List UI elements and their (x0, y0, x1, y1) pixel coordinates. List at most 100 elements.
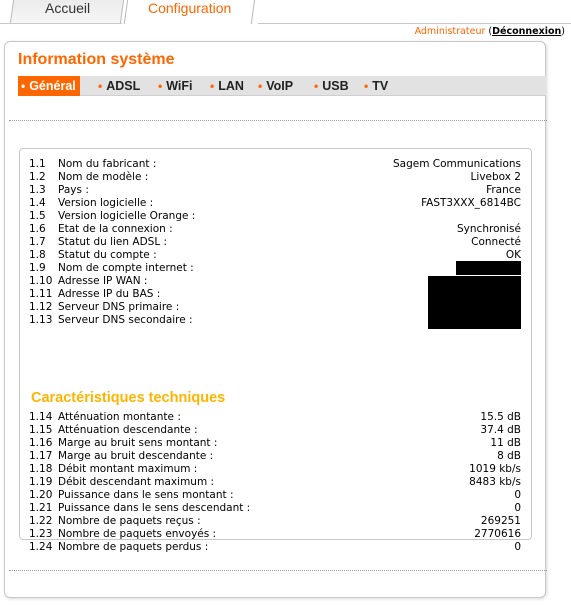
page-title: Information système (18, 51, 175, 68)
row-number: 1.14 (29, 411, 53, 423)
row-value: Livebox 2 (470, 171, 521, 183)
subnav-label: LAN (218, 79, 244, 93)
subnav-item-wifi[interactable]: • WiFi (158, 76, 192, 96)
subnav-label: ADSL (106, 79, 141, 93)
row-label: Version logicielle Orange : (58, 210, 196, 222)
redacted-block (456, 261, 521, 275)
info-row: 1.16 Marge au bruit sens montant : 11 dB (29, 437, 521, 450)
row-value: Synchronisé (457, 223, 521, 235)
info-box: 1.1 Nom du fabricant : Sagem Communication… (19, 148, 532, 553)
info-row: 1.8 Statut du compte : OK (29, 249, 521, 262)
info-row: 1.23 Nombre de paquets envoyés : 2770616 (29, 528, 521, 541)
subnav-item-general[interactable]: • Général (18, 76, 80, 96)
info-row: 1.6 Etat de la connexion : Synchronisé (29, 223, 521, 236)
row-value: 11 dB (490, 437, 521, 449)
subnav-label: TV (372, 79, 389, 93)
row-number: 1.22 (29, 515, 53, 527)
row-number: 1.17 (29, 450, 53, 462)
row-value: 8483 kb/s (469, 476, 521, 488)
row-label: Débit descendant maximum : (58, 476, 215, 488)
row-value: 1019 kb/s (469, 463, 521, 475)
row-label: Pays : (58, 184, 89, 196)
bullet-icon: • (364, 79, 369, 93)
row-value: France (486, 184, 521, 196)
row-number: 1.5 (29, 210, 46, 222)
bullet-icon: • (258, 79, 263, 93)
info-row: 1.14 Atténuation montante : 15.5 dB (29, 411, 521, 424)
row-value: 8 dB (497, 450, 521, 462)
paren-close: ) (561, 26, 565, 37)
top-tabs: Accueil Configuration (0, 0, 571, 24)
row-label: Marge au bruit sens montant : (58, 437, 218, 449)
subnav-item-usb[interactable]: • USB (314, 76, 349, 96)
subnav-label: USB (322, 79, 349, 93)
info-row: 1.20 Puissance dans le sens montant : 0 (29, 489, 521, 502)
row-label: Marge au bruit descendante : (58, 450, 214, 462)
row-label: Puissance dans le sens descendant : (58, 502, 251, 514)
section-title-tech: Caractéristiques techniques (31, 390, 226, 406)
info-row: 1.19 Débit descendant maximum : 8483 kb/s (29, 476, 521, 489)
bullet-icon: • (98, 79, 103, 93)
subnav-label: Général (29, 79, 76, 93)
row-number: 1.11 (29, 288, 53, 300)
logout-link[interactable]: Déconnexion (492, 26, 561, 37)
row-value: 0 (514, 541, 521, 553)
row-number: 1.21 (29, 502, 53, 514)
row-label: Serveur DNS primaire : (58, 301, 180, 313)
admin-bar: Administrateur (Déconnexion) (415, 26, 565, 37)
row-label: Etat de la connexion : (58, 223, 173, 235)
row-value: 0 (514, 489, 521, 501)
tab-configuration-label: Configuration (148, 0, 232, 16)
row-value: 0 (514, 502, 521, 514)
subnav-item-voip[interactable]: • VoIP (258, 76, 293, 96)
info-row: 1.2 Nom de modèle : Livebox 2 (29, 171, 521, 184)
row-number: 1.1 (29, 158, 46, 170)
row-number: 1.4 (29, 197, 46, 209)
row-value: FAST3XXX_6814BC (421, 197, 521, 209)
system-info-panel: Information système • Général • ADSL • WiFi… (4, 41, 547, 598)
row-value: 37.4 dB (480, 424, 521, 436)
row-value: 2770616 (474, 528, 521, 540)
row-number: 1.7 (29, 236, 46, 248)
row-label: Nombre de paquets perdus : (58, 541, 209, 553)
bullet-icon: • (158, 79, 163, 93)
admin-user-label: Administrateur (414, 26, 486, 37)
row-number: 1.6 (29, 223, 46, 235)
tab-accueil-label: Accueil (44, 0, 91, 16)
bullet-icon: • (210, 79, 215, 93)
row-label: Version logicielle : (58, 197, 154, 209)
tab-accueil[interactable]: Accueil (9, 0, 126, 24)
row-label: Nombre de paquets reçus : (58, 515, 201, 527)
redacted-block (428, 276, 521, 329)
info-row: 1.7 Statut du lien ADSL : Connecté (29, 236, 521, 249)
info-row: 1.9 Nom de compte internet : (29, 262, 521, 275)
row-value: Sagem Communications (392, 158, 521, 170)
subnav-item-tv[interactable]: • TV (364, 76, 388, 96)
subnav-item-adsl[interactable]: • ADSL (98, 76, 140, 96)
info-row: 1.21 Puissance dans le sens descendant : 0 (29, 502, 521, 515)
row-label: Adresse IP du BAS : (58, 288, 161, 300)
row-label: Nom de modèle : (58, 171, 149, 183)
info-row: 1.1 Nom du fabricant : Sagem Communication… (29, 158, 521, 171)
info-row: 1.15 Atténuation descendante : 37.4 dB (29, 424, 521, 437)
tabs-divider-left (0, 23, 122, 24)
dotted-divider-bottom (9, 570, 547, 571)
bullet-icon: • (314, 79, 319, 93)
subnav-label: VoIP (266, 79, 294, 93)
row-number: 1.13 (29, 314, 53, 326)
row-label: Statut du compte : (58, 249, 157, 261)
row-label: Atténuation montante : (58, 411, 181, 423)
tabs-divider-right (258, 23, 571, 24)
row-number: 1.18 (29, 463, 53, 475)
row-label: Nombre de paquets envoyés : (58, 528, 217, 540)
row-number: 1.24 (29, 541, 53, 553)
info-row: 1.22 Nombre de paquets reçus : 269251 (29, 515, 521, 528)
subnav-item-lan[interactable]: • LAN (210, 76, 244, 96)
row-number: 1.2 (29, 171, 46, 183)
tab-configuration[interactable]: Configuration (123, 0, 257, 24)
row-number: 1.23 (29, 528, 53, 540)
row-number: 1.15 (29, 424, 53, 436)
subnav: • Général • ADSL • WiFi • LAN • VoIP • USB • TV (18, 76, 546, 96)
info-row: 1.17 Marge au bruit descendante : 8 dB (29, 450, 521, 463)
row-label: Serveur DNS secondaire : (58, 314, 193, 326)
